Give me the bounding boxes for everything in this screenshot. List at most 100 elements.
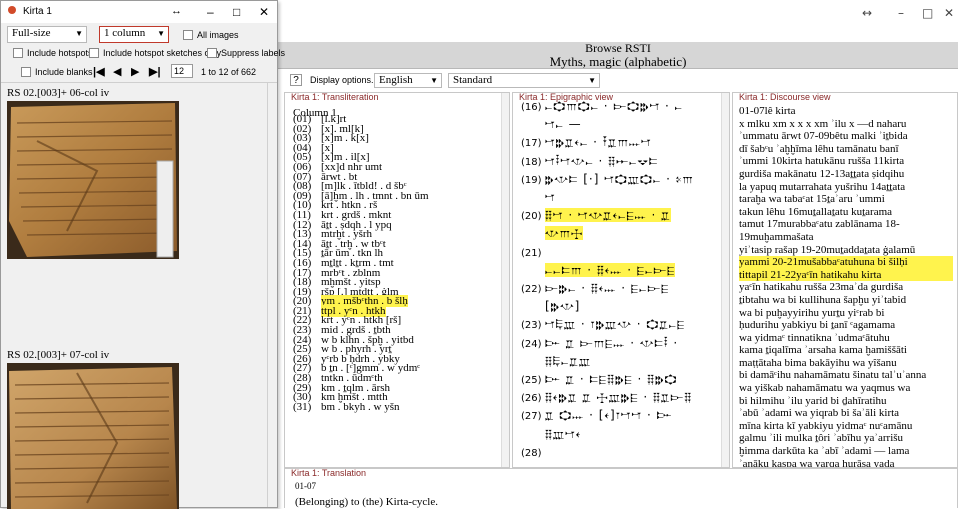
resize-icon[interactable]: ↔ <box>862 6 872 20</box>
suppress-labels-checkbox[interactable] <box>207 48 217 58</box>
cuneiform-text: 𐎆 𐎁 𐎋𐎍𐎅𐎐 · 𐎌𐎔𐎃 · <box>545 335 679 350</box>
epigraphic-row[interactable]: 𐎌𐎍𐎈 <box>521 226 584 241</box>
next-page-button[interactable]: ▶ <box>131 65 139 78</box>
epigraphic-row[interactable]: (25) 𐎆 𐎁 · 𐎔𐎅𐎊𐎗𐎅 · 𐎊𐎗𐎘 <box>521 372 677 387</box>
kirta-image-window: Kirta 1 ↔ – □ ✕ Full-size ▼ 1 column ▼ All… <box>0 0 285 509</box>
line-number: (24) <box>521 338 542 350</box>
epigraphic-row[interactable]: (23) 𐎎𐎛𐎄 · 𐎂𐎗𐎄𐎌 · 𐎘𐎁𐎚𐎅 <box>521 317 685 332</box>
panel-title: Kirta 1: Discourse view <box>737 92 833 102</box>
transliteration-panel: Kirta 1: Transliteration Column 1 (01) [l… <box>284 92 510 468</box>
cuneiform-text: 𐎎 <box>545 190 556 204</box>
prev-page-button[interactable]: ◀ <box>113 65 121 78</box>
discourse-line: ṯibtahu wa bi kullihuna šapḫu yiʾtabid <box>739 293 907 306</box>
mode-select[interactable]: Standard ▼ <box>448 73 600 88</box>
chevron-down-icon: ▼ <box>75 29 83 38</box>
discourse-line: yiʾtasip rašap 19-20muṯaddaṯata ġalamū <box>739 243 916 256</box>
maximize-button[interactable]: □ <box>233 5 240 19</box>
discourse-line: yammi 20-21mušabbaᶜatuhuna bi šilḥi <box>739 256 953 269</box>
discourse-line: maṭṭātaha bima bakāyihu wa yîšanu <box>739 356 897 369</box>
tablet-label: RS 02.[003]+ 06-col iv <box>7 87 110 99</box>
minimize-button[interactable]: – <box>898 6 904 20</box>
line-number: (16) <box>521 102 542 113</box>
help-icon[interactable]: ? <box>290 74 302 86</box>
epigraphic-row[interactable]: (17) 𐎎𐎗𐎁𐎓𐎚 · 𐎇𐎁𐎍𐎐𐎎 <box>521 135 652 150</box>
column-select[interactable]: 1 column ▼ <box>99 26 169 43</box>
epigraphic-row[interactable]: (22) 𐎋𐎗𐎚 · 𐎊𐎓𐎐 · 𐎅𐎚𐎋𐎅 <box>521 281 669 296</box>
cuneiform-text: 𐎊𐎛𐎚𐎁𐎄 <box>545 353 592 368</box>
close-button[interactable]: ✕ <box>259 5 269 19</box>
line-number: (21) <box>521 247 542 259</box>
page-number-input[interactable]: 12 <box>171 64 193 78</box>
epigraphic-row[interactable]: (20) 𐎊𐎎 · 𐎎𐎌𐎁𐎓𐎚𐎅𐎐 · 𐎁 <box>521 208 671 223</box>
epigraphic-row[interactable]: 𐎊𐎄𐎎𐎓 <box>521 427 581 442</box>
translation-panel: Kirta 1: Translation 01-07 (Belonging) t… <box>284 468 958 508</box>
epigraphic-row[interactable]: (28) <box>521 445 545 459</box>
language-select[interactable]: English ▼ <box>374 73 442 88</box>
tablet-image-list: RS 02.[003]+ 06-col iv RS 02.[003]+ 07-c… <box>1 83 277 509</box>
discourse-text: 01-07lê kirta x mlku xm x x x xm ʾilu x —… <box>739 105 953 468</box>
discourse-line: la yapuq mutarrahata yušrihu 14aṯṯata <box>739 180 906 193</box>
discourse-line: ḫimma darkūta ka ʾabī ʾadami — lama <box>739 445 910 458</box>
line-text: bm . bkyh . w yšn <box>321 400 400 413</box>
line-number: (25) <box>521 375 542 386</box>
panel-title: Kirta 1: Transliteration <box>289 92 381 102</box>
cuneiform-text: [𐎗𐎌] <box>545 299 581 314</box>
epigraphic-row[interactable]: (16) 𐎚𐎘𐎍𐎘𐎚 · 𐎋𐎘𐎗𐎎 · 𐎚 <box>521 99 683 114</box>
include-hotspots-checkbox[interactable] <box>13 48 23 58</box>
maximize-button[interactable]: □ <box>922 6 933 20</box>
discourse-line: 19muḫammašata <box>739 230 814 243</box>
epigraphic-row[interactable]: (26) 𐎊𐎓𐎗𐎁 𐎁 𐎈𐎄𐎗𐎅 · 𐎊𐎁𐎋𐎊 <box>521 390 692 405</box>
tablet-image[interactable] <box>7 101 179 259</box>
epigraphic-row[interactable]: (19) 𐎗𐎌𐎔 [·] 𐎎𐎘𐎄𐎘𐎚 · 𐎙𐎍 <box>521 172 694 187</box>
chevron-down-icon: ▼ <box>157 29 165 38</box>
display-options-button[interactable]: Display options... <box>310 75 379 85</box>
resize-icon[interactable]: ↔ <box>171 5 182 17</box>
scrollbar[interactable] <box>267 83 277 507</box>
transliteration-row[interactable]: (03) [x]m . k[x] <box>293 133 429 144</box>
epigraphic-row[interactable]: 𐎎𐎚 — <box>521 117 582 132</box>
size-select[interactable]: Full-size ▼ <box>7 26 87 43</box>
transliteration-row[interactable]: (06) [xx]d nhr umt <box>293 161 429 173</box>
discourse-line: galmu ʾili mulka ṯôri ʾabīhu yaʾarrišu <box>739 432 904 445</box>
line-number: (26) <box>521 393 542 405</box>
close-button[interactable]: ✕ <box>944 6 954 20</box>
discourse-line: tamut 17murabbaᶜatu zablānama 18- <box>739 218 900 231</box>
line-number: (27) <box>521 411 542 423</box>
kirta-titlebar[interactable]: Kirta 1 ↔ – □ ✕ <box>1 1 277 23</box>
line-number: (28) <box>521 447 542 459</box>
epigraphic-panel: Kirta 1: Epigraphic view (16) 𐎚𐎘𐎍𐎘𐎚 · 𐎋𐎘𐎗… <box>512 92 730 468</box>
discourse-line: bi hilmihu ʾilu yarid bi ḏahīratihu <box>739 394 887 407</box>
all-images-checkbox[interactable] <box>183 30 193 40</box>
tablet-label: RS 02.[003]+ 07-col iv <box>7 349 110 361</box>
hotspot-sketches-checkbox[interactable] <box>89 48 99 58</box>
cuneiform-text: 𐎋𐎗𐎚 · 𐎊𐎓𐎐 · 𐎅𐎚𐎋𐎅 <box>545 281 670 295</box>
discourse-line: ʾummatu ārwt 07-09bêtu malki ʾiṯbida <box>739 130 908 143</box>
epigraphic-row[interactable]: [𐎗𐎌] <box>521 299 580 314</box>
epigraphic-row[interactable]: (27) 𐎁 𐎘𐎐 · [𐎓]𐎂𐎎𐎎 · 𐎆 <box>521 408 672 423</box>
cuneiform-text: 𐎌𐎍𐎈 <box>545 226 584 241</box>
mode-select-value: Standard <box>453 74 493 86</box>
epigraphic-row[interactable]: 𐎚𐎚𐎔𐎍 · 𐎊𐎓𐎐 · 𐎅𐎚𐎋𐎅 <box>521 262 676 278</box>
language-select-value: English <box>379 74 413 86</box>
epigraphic-row[interactable]: (21) <box>521 245 545 259</box>
rsti-header: Browse RSTI Myths, magic (alphabetic) <box>278 42 958 69</box>
minimize-button[interactable]: – <box>207 5 214 19</box>
epigraphic-row[interactable]: 𐎊𐎛𐎚𐎁𐎄 <box>521 354 591 369</box>
tablet-image[interactable] <box>7 363 179 509</box>
line-number: (22) <box>521 284 542 295</box>
discourse-line: yaᶜīn hatikahu rušša 23maʾda gurdiša <box>739 281 904 294</box>
window-title: Kirta 1 <box>23 6 52 17</box>
discourse-line: ʾummi 10kirta hatukānu ruššа 11kirta <box>739 155 905 168</box>
discourse-line: ʾanāku kaspa wa yarqa ḫurāṣa yada <box>739 457 895 468</box>
help-glyph: ? <box>293 75 299 86</box>
scrollbar[interactable] <box>721 93 729 467</box>
epigraphic-row[interactable]: (24) 𐎆 𐎁 𐎋𐎍𐎅𐎐 · 𐎌𐎔𐎃 · <box>521 336 678 351</box>
transliteration-row[interactable]: (31) bm . bkyh . w yšn <box>293 400 429 413</box>
first-page-button[interactable]: |◀ <box>93 65 105 78</box>
epigraphic-row[interactable]: (18) 𐎎𐎃𐎎𐎌𐎚 · 𐎊𐎀𐎚𐎒𐎔 <box>521 154 658 169</box>
include-blanks-checkbox[interactable] <box>21 67 31 77</box>
scrollbar[interactable] <box>501 93 509 467</box>
epigraphic-row[interactable]: 𐎎 <box>521 190 556 205</box>
discourse-line: x mlku xm x x x xm ʾilu x —d naharu <box>739 117 907 130</box>
last-page-button[interactable]: ▶| <box>149 65 161 78</box>
